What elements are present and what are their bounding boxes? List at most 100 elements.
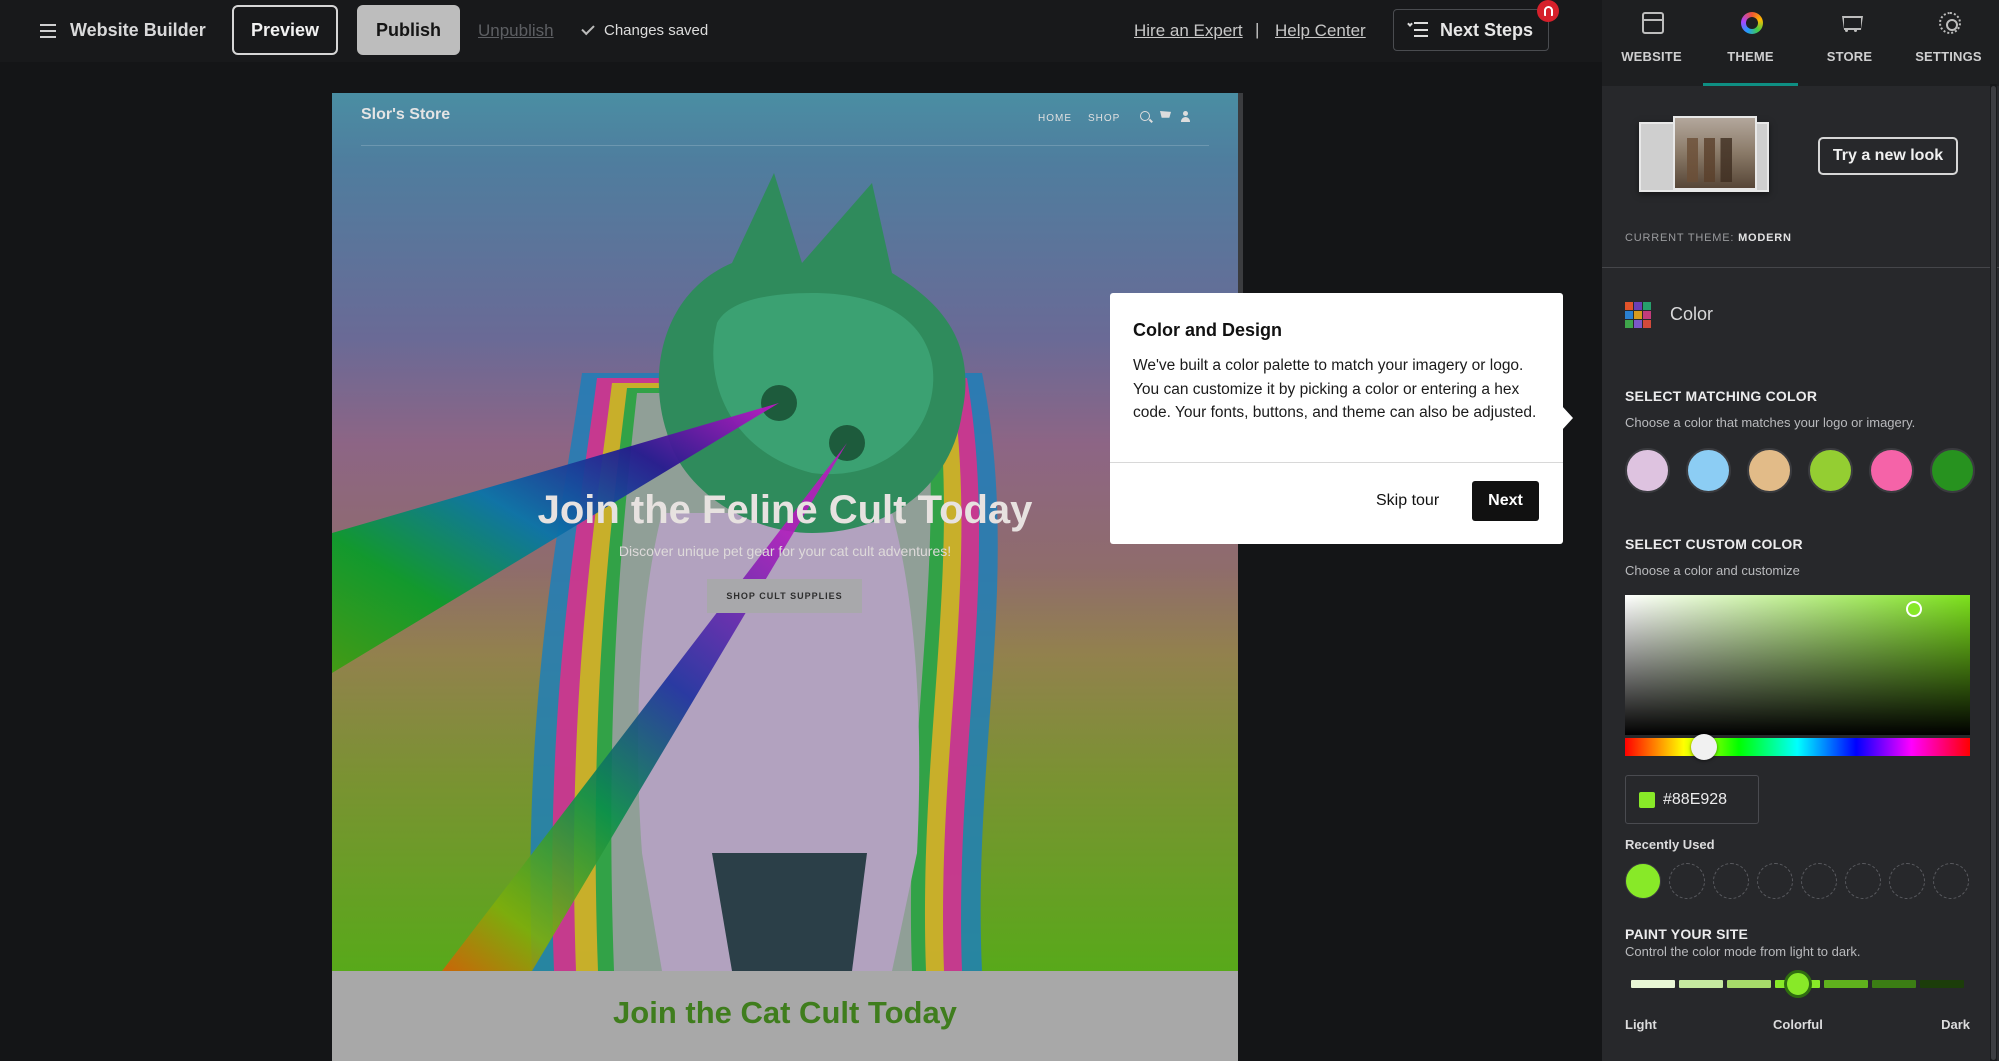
paint-segment bbox=[1871, 980, 1916, 988]
theme-panel: WEBSITE THEME STORE SETTINGS Try a new l… bbox=[1602, 0, 1999, 1061]
recent-color-empty bbox=[1933, 863, 1969, 899]
paint-slider-handle[interactable] bbox=[1783, 970, 1812, 998]
hero-cta-button[interactable]: SHOP CULT SUPPLIES bbox=[707, 579, 862, 613]
top-bar: Website Builder Preview Publish Unpublis… bbox=[0, 0, 1602, 62]
unpublish-link[interactable]: Unpublish bbox=[478, 21, 554, 41]
current-theme-prefix: CURRENT THEME: bbox=[1625, 232, 1735, 244]
panel-divider bbox=[1602, 267, 1999, 268]
next-steps-button[interactable]: Next Steps bbox=[1393, 9, 1549, 51]
recent-color-empty bbox=[1669, 863, 1705, 899]
paint-segment bbox=[1679, 980, 1724, 988]
search-icon[interactable] bbox=[1140, 111, 1150, 121]
tour-popover: Color and Design We've built a color pal… bbox=[1110, 293, 1573, 544]
hue-handle[interactable] bbox=[1691, 734, 1718, 760]
try-new-look-button[interactable]: Try a new look bbox=[1818, 137, 1958, 175]
preview-button[interactable]: Preview bbox=[232, 5, 338, 55]
hamburger-icon[interactable] bbox=[40, 23, 56, 38]
theme-thumbnail bbox=[1639, 116, 1779, 196]
hero-cat-image bbox=[332, 173, 998, 971]
hero-subtitle[interactable]: Discover unique pet gear for your cat cu… bbox=[332, 543, 1238, 559]
recent-color-empty bbox=[1801, 863, 1837, 899]
swatch-3[interactable] bbox=[1747, 448, 1792, 493]
paint-label-dark: Dark bbox=[1941, 1017, 1970, 1032]
hire-expert-link[interactable]: Hire an Expert bbox=[1134, 21, 1243, 41]
store-icon bbox=[1840, 12, 1862, 34]
site-preview[interactable]: Slor's Store HOME SHOP Join the Feline C… bbox=[332, 93, 1238, 1061]
help-center-link[interactable]: Help Center bbox=[1275, 21, 1366, 41]
save-status-text: Changes saved bbox=[604, 22, 709, 39]
tab-settings-label: SETTINGS bbox=[1915, 49, 1982, 64]
matching-color-title: SELECT MATCHING COLOR bbox=[1625, 388, 1818, 404]
tab-store-label: STORE bbox=[1826, 49, 1873, 64]
swatch-1[interactable] bbox=[1625, 448, 1670, 493]
site-logo[interactable]: Slor's Store bbox=[361, 106, 450, 124]
recent-color-empty bbox=[1713, 863, 1749, 899]
matching-swatches bbox=[1625, 448, 1975, 493]
link-separator: | bbox=[1255, 20, 1260, 39]
recently-used-title: Recently Used bbox=[1625, 837, 1715, 852]
paint-segment bbox=[1919, 980, 1964, 988]
section-two[interactable]: Join the Cat Cult Today bbox=[332, 971, 1238, 1061]
panel-tabs: WEBSITE THEME STORE SETTINGS bbox=[1602, 0, 1999, 86]
active-tab-indicator bbox=[1703, 83, 1798, 86]
paint-label-light: Light bbox=[1625, 1017, 1657, 1032]
tab-theme[interactable]: THEME bbox=[1701, 0, 1800, 86]
recent-colors bbox=[1625, 863, 1969, 899]
hex-input[interactable]: #88E928 bbox=[1625, 775, 1759, 824]
nav-divider bbox=[361, 145, 1209, 146]
tour-arrow bbox=[1562, 406, 1573, 430]
next-button[interactable]: Next bbox=[1472, 481, 1539, 521]
current-theme-name: MODERN bbox=[1738, 232, 1792, 244]
paint-site-subtitle: Control the color mode from light to dar… bbox=[1625, 944, 1861, 959]
saturation-picker[interactable] bbox=[1625, 595, 1970, 735]
site-nav-icons bbox=[1140, 111, 1190, 122]
tour-body: We've built a color palette to match you… bbox=[1133, 357, 1537, 421]
hex-color-chip bbox=[1639, 791, 1655, 808]
hue-slider[interactable] bbox=[1625, 734, 1970, 760]
checklist-icon bbox=[1407, 21, 1428, 38]
paint-segment bbox=[1631, 980, 1676, 988]
next-steps-label: Next Steps bbox=[1440, 19, 1534, 40]
website-builder-menu[interactable]: Website Builder bbox=[40, 20, 206, 41]
settings-icon bbox=[1939, 12, 1961, 34]
swatch-5[interactable] bbox=[1869, 448, 1914, 493]
site-nav: Slor's Store HOME SHOP bbox=[332, 93, 1238, 147]
panel-scrollbar[interactable] bbox=[1991, 86, 1996, 1060]
swatch-2[interactable] bbox=[1686, 448, 1731, 493]
matching-color-subtitle: Choose a color that matches your logo or… bbox=[1625, 415, 1916, 430]
recent-color-empty bbox=[1757, 863, 1793, 899]
hero-title[interactable]: Join the Feline Cult Today bbox=[332, 488, 1238, 533]
paint-segment bbox=[1823, 980, 1868, 988]
tour-title: Color and Design bbox=[1133, 320, 1283, 340]
swatch-6[interactable] bbox=[1930, 448, 1975, 493]
saturation-handle[interactable] bbox=[1906, 601, 1922, 617]
section-two-title[interactable]: Join the Cat Cult Today bbox=[332, 995, 1238, 1031]
tab-website-label: WEBSITE bbox=[1621, 49, 1682, 64]
swatch-4[interactable] bbox=[1808, 448, 1853, 493]
custom-color-subtitle: Choose a color and customize bbox=[1625, 563, 1800, 578]
paint-site-title: PAINT YOUR SITE bbox=[1625, 926, 1749, 942]
user-icon[interactable] bbox=[1181, 111, 1190, 122]
hero-section[interactable]: Slor's Store HOME SHOP Join the Feline C… bbox=[332, 93, 1238, 971]
color-section-label[interactable]: Color bbox=[1670, 304, 1713, 325]
site-nav-shop[interactable]: SHOP bbox=[1088, 113, 1120, 124]
tab-website[interactable]: WEBSITE bbox=[1602, 0, 1701, 86]
recent-color-1[interactable] bbox=[1625, 863, 1661, 899]
save-status: Changes saved bbox=[581, 21, 709, 39]
site-nav-home[interactable]: HOME bbox=[1038, 113, 1072, 124]
notification-badge[interactable] bbox=[1537, 0, 1559, 22]
tab-store[interactable]: STORE bbox=[1800, 0, 1899, 86]
recent-color-empty bbox=[1845, 863, 1881, 899]
recent-color-empty bbox=[1889, 863, 1925, 899]
cart-icon[interactable] bbox=[1160, 111, 1171, 118]
tab-settings[interactable]: SETTINGS bbox=[1899, 0, 1998, 86]
palette-icon bbox=[1625, 302, 1651, 328]
theme-icon bbox=[1741, 12, 1763, 34]
skip-tour-button[interactable]: Skip tour bbox=[1376, 492, 1439, 510]
paint-segment bbox=[1727, 980, 1772, 988]
hex-value[interactable]: #88E928 bbox=[1663, 791, 1727, 809]
publish-button[interactable]: Publish bbox=[357, 5, 460, 55]
custom-color-title: SELECT CUSTOM COLOR bbox=[1625, 536, 1803, 552]
paint-label-colorful: Colorful bbox=[1773, 1017, 1823, 1032]
preview-scrollbar[interactable] bbox=[1238, 93, 1243, 293]
